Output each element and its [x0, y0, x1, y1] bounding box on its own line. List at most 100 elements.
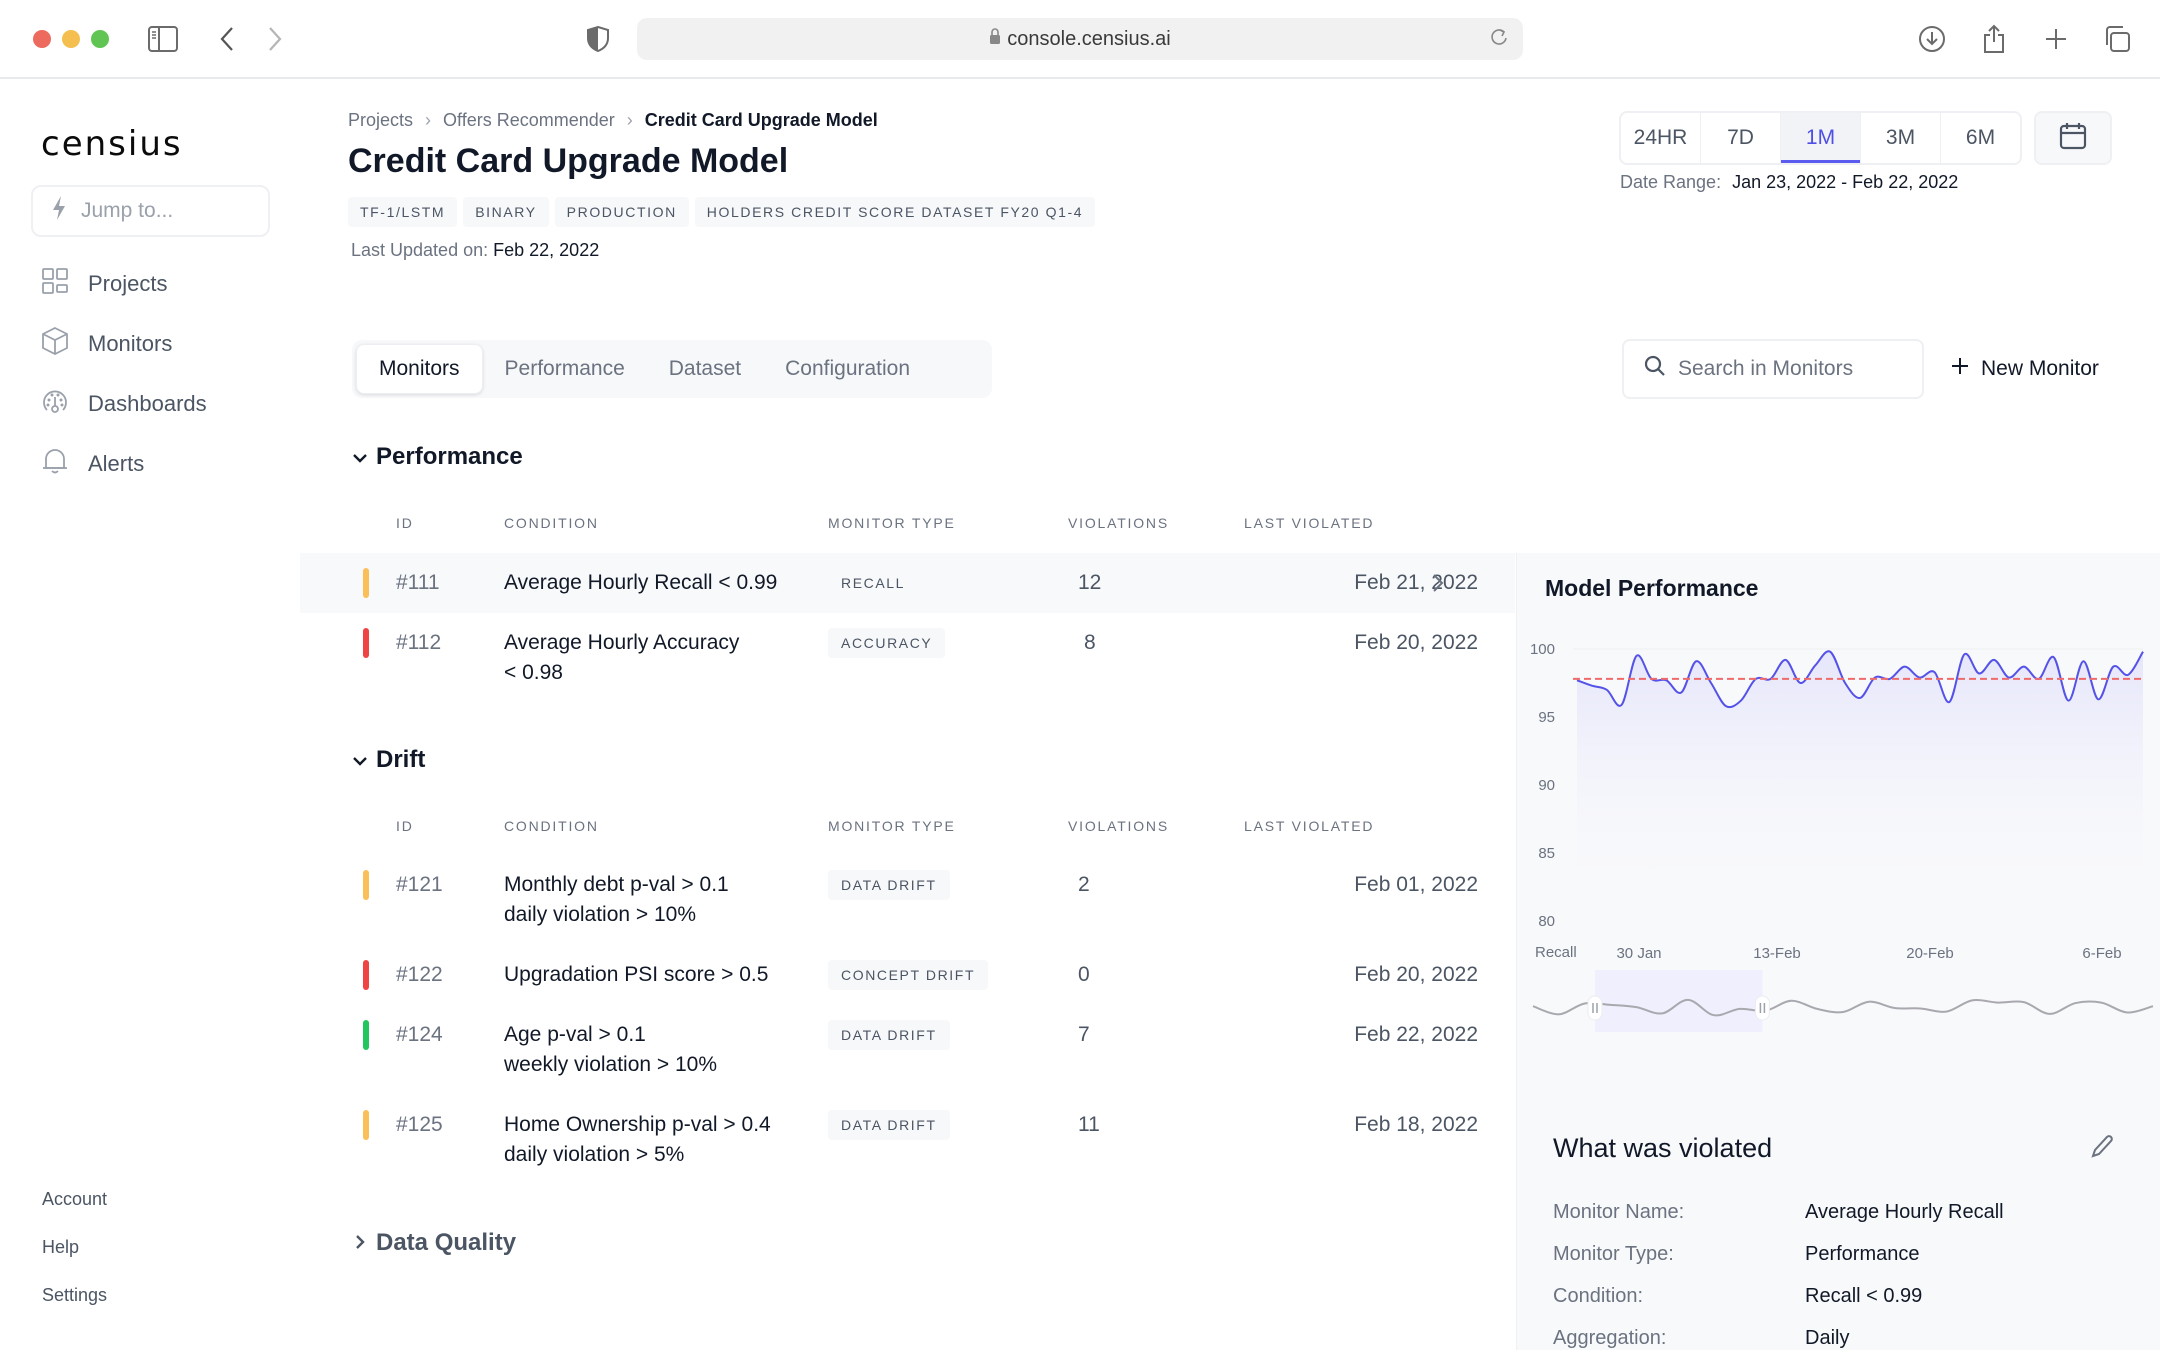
sidebar-toggle-icon[interactable] — [146, 22, 180, 56]
calendar-button[interactable] — [2034, 111, 2112, 165]
range-6m[interactable]: 6M — [1941, 113, 2020, 163]
x-tick-label: 6-Feb — [2082, 945, 2121, 962]
detail-condition: Condition: Recall < 0.99 — [1553, 1285, 1922, 1308]
search-monitors-input[interactable]: Search in Monitors — [1622, 339, 1924, 399]
tag-dataset: HOLDERS CREDIT SCORE DATASET FY20 Q1-4 — [694, 197, 1096, 227]
close-window-button[interactable] — [33, 30, 51, 48]
date-range-label: Date Range: — [1620, 172, 1722, 192]
column-header-condition: CONDITION — [504, 818, 599, 834]
status-bar-warning — [363, 870, 369, 900]
tag-framework: TF-1/LSTM — [348, 197, 458, 227]
navigator-left-handle[interactable] — [1587, 995, 1603, 1021]
section-performance-toggle[interactable]: Performance — [352, 443, 523, 471]
monitor-row-121[interactable]: #121 Monthly debt p-val > 0.1 daily viol… — [300, 855, 1515, 945]
grid-icon — [42, 268, 88, 300]
date-range: Date Range: Jan 23, 2022 - Feb 22, 2022 — [1620, 172, 1958, 193]
sidebar-item-label: Alerts — [88, 451, 145, 476]
new-tab-icon[interactable] — [2039, 22, 2073, 56]
last-violated: Feb 20, 2022 — [1354, 631, 1478, 654]
monitor-row-124[interactable]: #124 Age p-val > 0.1 weekly violation > … — [300, 1005, 1515, 1095]
last-violated: Feb 01, 2022 — [1354, 873, 1478, 896]
privacy-shield-icon[interactable] — [581, 22, 615, 56]
new-monitor-button[interactable]: New Monitor — [1951, 349, 2099, 389]
chevron-down-icon — [352, 746, 376, 774]
gauge-icon — [42, 388, 88, 420]
tab-configuration[interactable]: Configuration — [763, 344, 932, 394]
forward-icon[interactable] — [258, 22, 292, 56]
minimize-window-button[interactable] — [62, 30, 80, 48]
monitor-type-badge: DATA DRIFT — [828, 1020, 950, 1050]
tab-dataset[interactable]: Dataset — [647, 344, 763, 394]
range-1m[interactable]: 1M — [1781, 113, 1861, 163]
tab-performance[interactable]: Performance — [483, 344, 647, 394]
range-7d[interactable]: 7D — [1701, 113, 1781, 163]
breadcrumb-projects[interactable]: Projects — [348, 110, 413, 131]
maximize-window-button[interactable] — [91, 30, 109, 48]
censius-logo[interactable]: censius — [41, 124, 183, 164]
monitor-row-122[interactable]: #122 Upgradation PSI score > 0.5 CONCEPT… — [300, 945, 1515, 1005]
sidebar-item-label: Projects — [88, 271, 168, 296]
range-3m[interactable]: 3M — [1861, 113, 1941, 163]
browser-toolbar: console.censius.ai — [0, 0, 2160, 79]
navigator-selection[interactable] — [1595, 970, 1763, 1032]
status-bar-warning — [363, 568, 369, 598]
last-violated: Feb 21, 2022 — [1354, 571, 1478, 594]
share-icon[interactable] — [1977, 22, 2011, 56]
chevron-right-icon: › — [626, 110, 633, 130]
violation-count: 12 — [1078, 571, 1102, 594]
violation-count: 7 — [1078, 1023, 1090, 1046]
section-drift-toggle[interactable]: Drift — [352, 746, 425, 774]
breadcrumb-offers-recommender[interactable]: Offers Recommender — [443, 110, 615, 131]
monitor-row-111[interactable]: #111 Average Hourly Recall < 0.99 RECALL… — [300, 553, 1515, 613]
monitor-row-125[interactable]: #125 Home Ownership p-val > 0.4 daily vi… — [300, 1095, 1515, 1185]
monitor-type-badge: DATA DRIFT — [828, 870, 950, 900]
time-range-selector: 24HR 7D 1M 3M 6M — [1619, 111, 2022, 165]
sidebar-item-dashboards[interactable]: Dashboards — [42, 384, 207, 424]
y-tick-label: 90 — [1538, 777, 1555, 794]
model-performance-chart: 100 95 90 85 80 Recall 30 Jan 13-Feb 20-Feb 6-Fe… — [1530, 641, 2154, 1032]
detail-monitor-name: Monitor Name: Average Hourly Recall — [1553, 1201, 2004, 1224]
settings-link[interactable]: Settings — [42, 1285, 107, 1306]
detail-value: Average Hourly Recall — [1805, 1201, 2004, 1223]
url-text: console.censius.ai — [1007, 27, 1171, 50]
detail-label: Condition: — [1553, 1285, 1644, 1307]
new-monitor-label: New Monitor — [1981, 357, 2099, 380]
violation-count: 2 — [1078, 873, 1090, 896]
edit-icon[interactable] — [2089, 1134, 2115, 1165]
monitor-row-112[interactable]: #112 Average Hourly Accuracy < 0.98 ACCU… — [300, 613, 1515, 703]
what-was-violated-title: What was violated — [1553, 1133, 1773, 1163]
last-violated: Feb 20, 2022 — [1354, 963, 1478, 986]
section-title: Performance — [376, 443, 523, 470]
address-bar[interactable]: console.censius.ai — [637, 18, 1523, 60]
jump-to-input[interactable]: Jump to... — [31, 185, 270, 237]
last-updated-label: Last Updated on: — [351, 240, 489, 260]
y-tick-label: 100 — [1530, 641, 1555, 658]
last-violated: Feb 18, 2022 — [1354, 1113, 1478, 1136]
account-link[interactable]: Account — [42, 1189, 107, 1210]
navigator-right-handle[interactable] — [1754, 995, 1770, 1021]
sidebar: censius Jump to... Projects Monitors Das… — [0, 80, 300, 1350]
help-link[interactable]: Help — [42, 1237, 79, 1258]
bell-icon — [42, 447, 88, 481]
x-tick-label: 30 Jan — [1616, 945, 1661, 962]
x-tick-label: 20-Feb — [1906, 945, 1954, 962]
detail-value: Performance — [1805, 1243, 1920, 1265]
reload-icon[interactable] — [1489, 27, 1509, 55]
monitor-id: #112 — [396, 631, 442, 654]
sidebar-item-alerts[interactable]: Alerts — [42, 444, 144, 484]
chevron-right-icon[interactable] — [1432, 573, 1444, 598]
sidebar-item-projects[interactable]: Projects — [42, 264, 167, 304]
back-icon[interactable] — [210, 22, 244, 56]
page-title: Credit Card Upgrade Model — [348, 142, 789, 180]
tab-monitors[interactable]: Monitors — [356, 344, 483, 394]
sidebar-item-monitors[interactable]: Monitors — [42, 324, 172, 364]
calendar-icon — [2059, 122, 2087, 155]
detail-label: Aggregation: — [1553, 1327, 1667, 1349]
monitor-type-badge: ACCURACY — [828, 628, 946, 658]
section-data-quality-toggle[interactable]: Data Quality — [352, 1229, 516, 1257]
range-24hr[interactable]: 24HR — [1621, 113, 1701, 163]
tab-overview-icon[interactable] — [2100, 22, 2134, 56]
downloads-icon[interactable] — [1915, 22, 1949, 56]
breadcrumb-current: Credit Card Upgrade Model — [644, 110, 878, 130]
jump-to-placeholder: Jump to... — [81, 199, 174, 222]
